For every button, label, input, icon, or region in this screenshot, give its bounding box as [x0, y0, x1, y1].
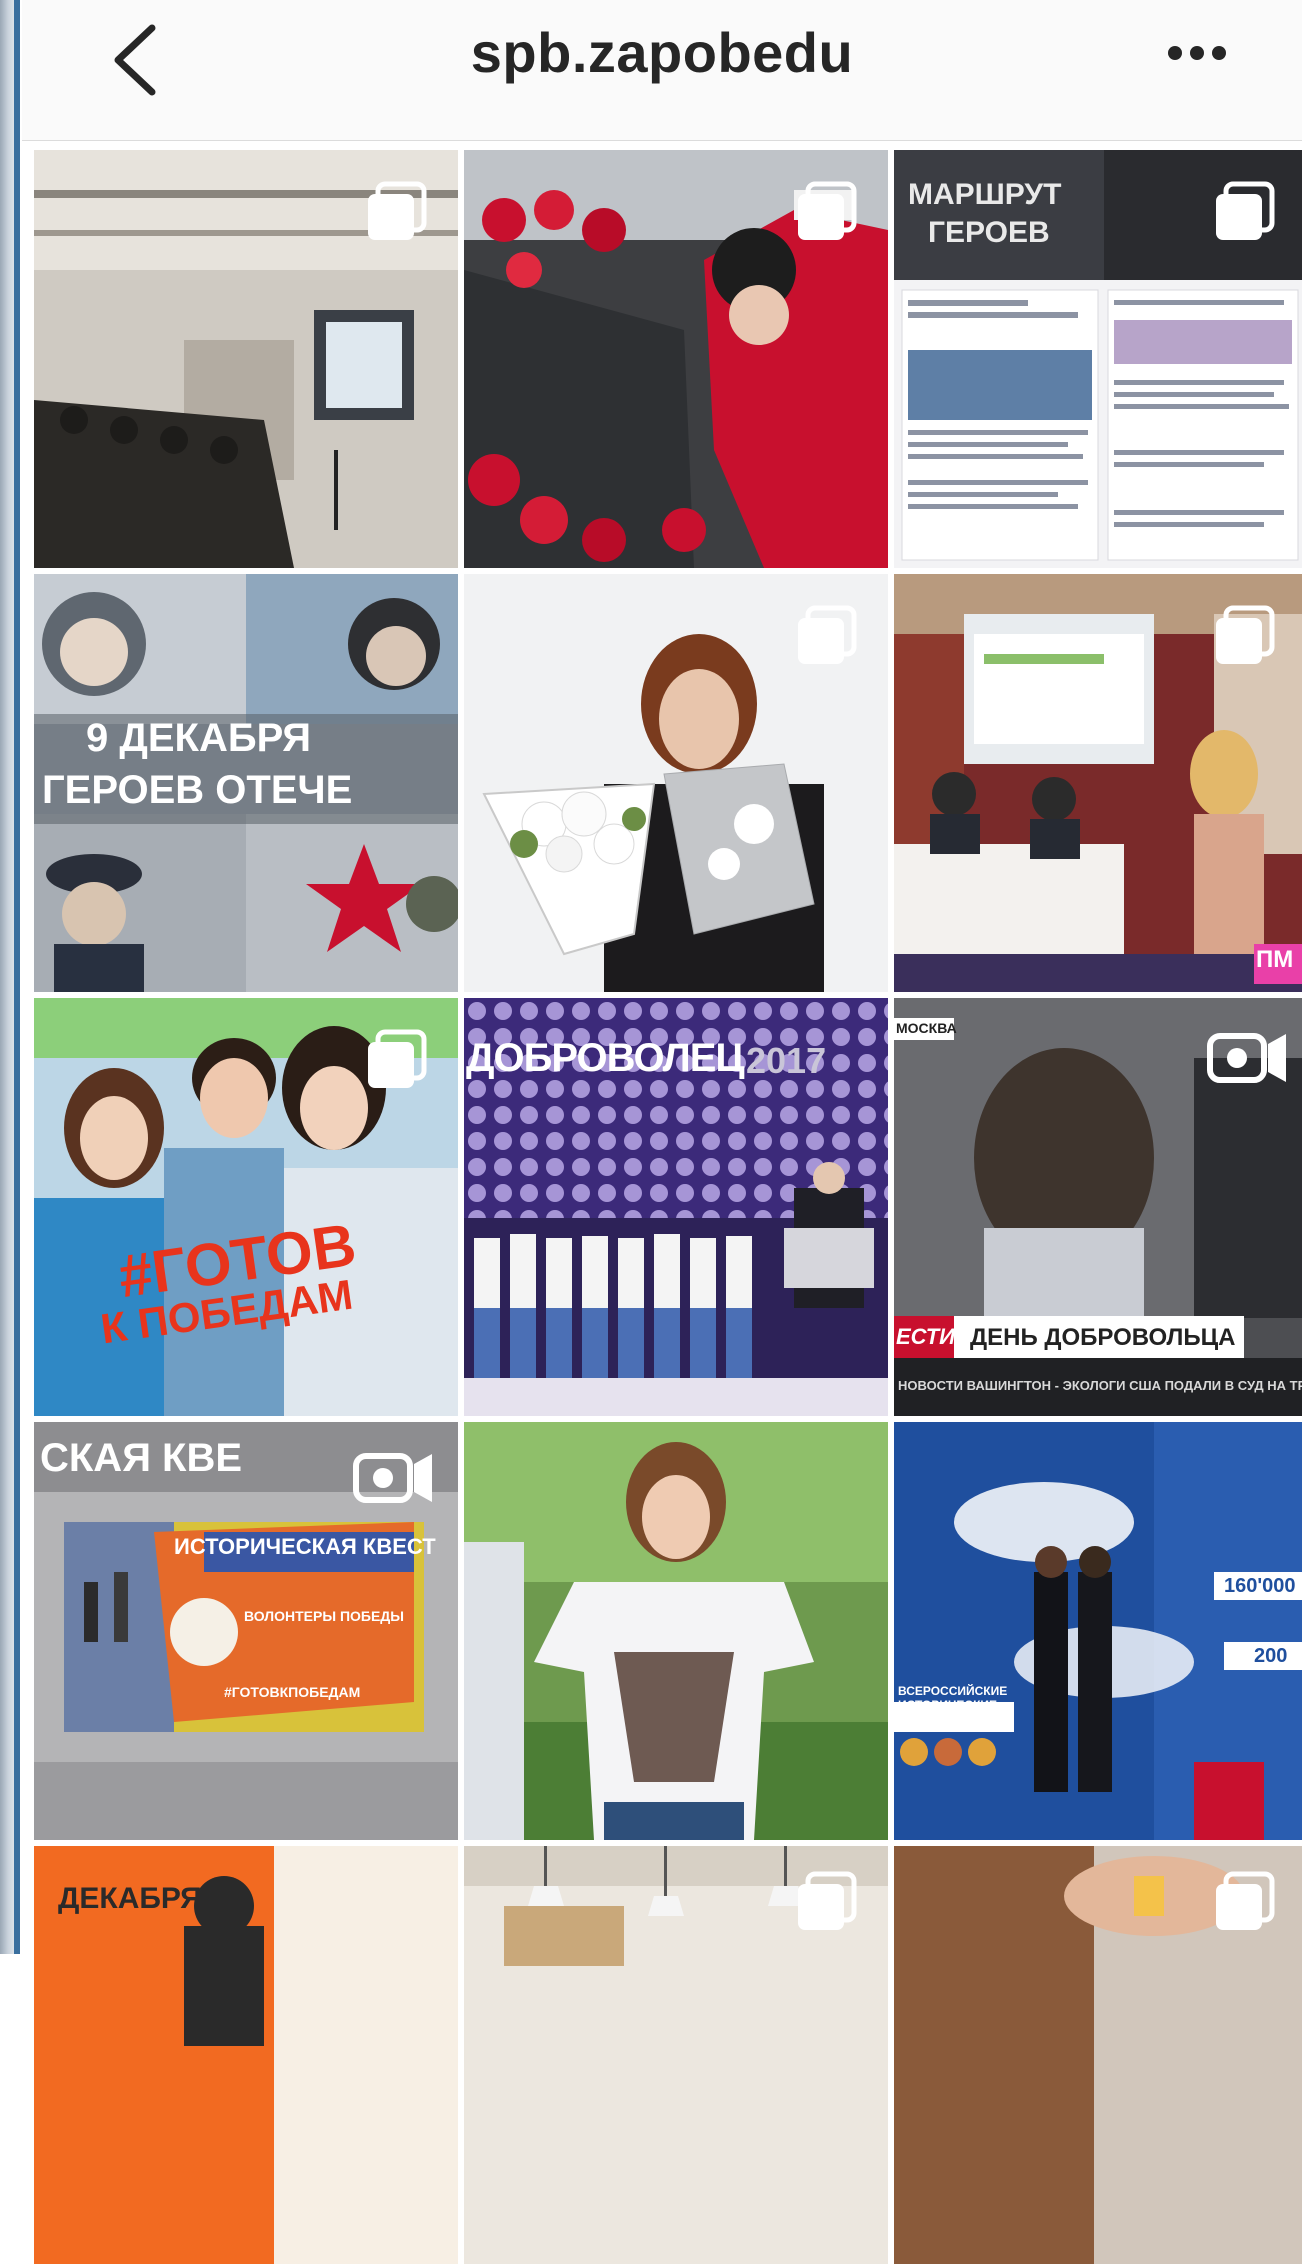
- device-edge: [0, 0, 20, 1954]
- multiple-photos-icon: [794, 180, 858, 244]
- post-overlay-text: ИСТОРИЧЕСКАЯ КВЕСТ: [174, 1534, 436, 1559]
- post-overlay-text: 160'000: [1224, 1575, 1296, 1597]
- more-horizontal-icon: [1165, 43, 1229, 68]
- post-overlay-text: ДЕНЬ ДОБРОВОЛЬЦА: [970, 1324, 1236, 1351]
- multiple-photos-icon: [364, 1028, 428, 1092]
- tv-location-label: МОСКВА: [896, 1020, 957, 1036]
- post-overlay-text: ПМ: [1256, 946, 1294, 973]
- post-tile-heroes-route[interactable]: МАРШРУТ ГЕРОЕВ: [894, 150, 1302, 568]
- igtv-video-icon: [1206, 1030, 1290, 1086]
- post-overlay-text: 2017: [746, 1040, 827, 1081]
- post-tile-volunteers-stand[interactable]: 160'000 200 ВСЕРОССИЙСКИЕ ИСТОРИЧЕСКИЕ К…: [894, 1422, 1302, 1840]
- tv-ticker-text: НОВОСТИ ВАШИНГТОН - ЭКОЛОГИ США ПОДАЛИ В…: [898, 1378, 1302, 1393]
- more-options-button[interactable]: [1142, 20, 1252, 90]
- post-overlay-text: ВСЕРОССИЙСКИЕ ИСТОРИЧЕСКИЕ КВЕСТЫ: [898, 1684, 1008, 1726]
- post-overlay-text: ВОЛОНТЕРЫ ПОБЕДЫ: [244, 1608, 404, 1624]
- post-tile-hall-lamps[interactable]: [464, 1846, 888, 2264]
- post-tile-dobrovolets-2017[interactable]: ДОБРОВОЛЕЦ 2017: [464, 998, 888, 1416]
- igtv-video-icon: [352, 1450, 436, 1506]
- post-overlay-text: ГЕРОЕВ: [928, 216, 1050, 249]
- profile-username: spb.zapobedu: [470, 21, 854, 84]
- multiple-photos-icon: [794, 1870, 858, 1934]
- post-image-heart-hands: [464, 1422, 888, 1840]
- post-image-volunteers-stand: [894, 1422, 1302, 1840]
- post-tile-woman-bouquet[interactable]: [464, 574, 888, 992]
- post-overlay-text: ДЕКАБРЯ: [58, 1882, 202, 1915]
- post-overlay-text: #ГОТОВКПОБЕДАМ: [224, 1684, 361, 1700]
- post-tile-conference-hall[interactable]: [34, 150, 458, 568]
- post-tile-heart-hands[interactable]: [464, 1422, 888, 1840]
- tv-channel-label: ЕСТИЯ: [896, 1324, 972, 1349]
- post-tile-flowers-memorial[interactable]: [464, 150, 888, 568]
- post-overlay-text: 200: [1254, 1645, 1288, 1667]
- multiple-photos-icon: [794, 604, 858, 668]
- multiple-photos-icon: [1212, 604, 1276, 668]
- post-tile-gotov-k-pobedam[interactable]: #ГОТОВ К ПОБЕДАМ: [34, 998, 458, 1416]
- post-tile-hands-closeup[interactable]: [894, 1846, 1302, 2264]
- post-tile-heroes-day-collage[interactable]: 9 ДЕКАБРЯ ГЕРОЕВ ОТЕЧЕ: [34, 574, 458, 992]
- multiple-photos-icon: [364, 180, 428, 244]
- posts-grid: МАРШРУТ ГЕРОЕВ 9 ДЕКАБРЯ ГЕРОЕВ ОТЕЧЕ ПМ…: [34, 150, 1302, 2264]
- post-tile-press-conference[interactable]: ПМ: [894, 574, 1302, 992]
- post-tile-december-poster[interactable]: ДЕКАБРЯ: [34, 1846, 458, 2264]
- profile-header: spb.zapobedu: [22, 0, 1302, 141]
- post-overlay-text: ГЕРОЕВ ОТЕЧЕ: [42, 768, 353, 812]
- post-overlay-text: ДОБРОВОЛЕЦ: [466, 1036, 745, 1080]
- post-tile-tv-volunteer-day[interactable]: МОСКВА ЕСТИЯ ДЕНЬ ДОБРОВОЛЬЦА НОВОСТИ ВА…: [894, 998, 1302, 1416]
- post-overlay-text: СКАЯ КВЕ: [40, 1436, 243, 1480]
- multiple-photos-icon: [1212, 1870, 1276, 1934]
- post-tile-historical-quest[interactable]: СКАЯ КВЕ ИСТОРИЧЕСКАЯ КВЕСТ ВОЛОНТЕРЫ ПО…: [34, 1422, 458, 1840]
- post-overlay-text: 9 ДЕКАБРЯ: [86, 716, 312, 760]
- post-overlay-text: МАРШРУТ: [908, 178, 1062, 211]
- multiple-photos-icon: [1212, 180, 1276, 244]
